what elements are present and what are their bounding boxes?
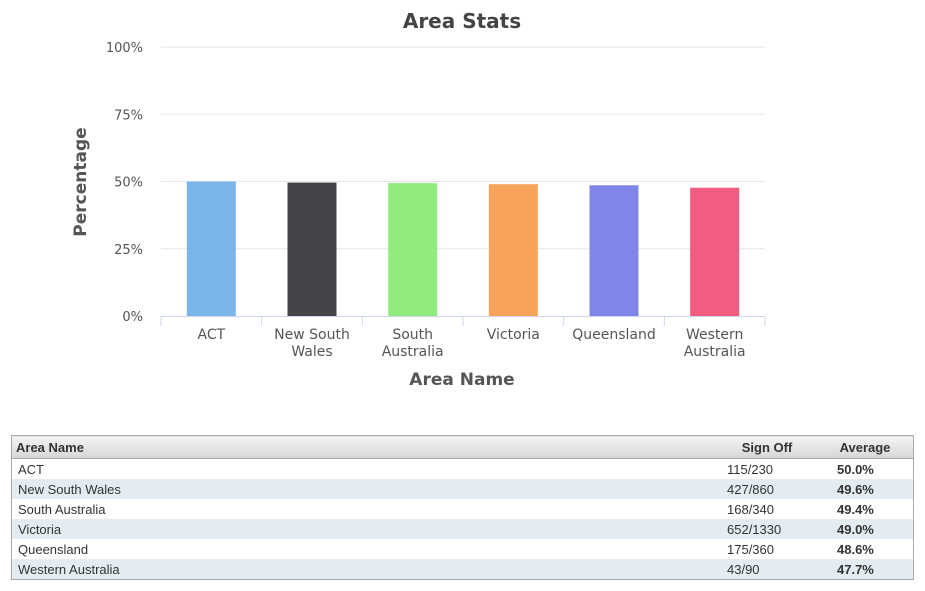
sign-off-cell: 168/340 xyxy=(727,501,774,517)
area-cell: Queensland xyxy=(18,541,89,557)
area-cell: Victoria xyxy=(11,519,717,539)
average-cell: 49.4% xyxy=(837,501,874,517)
area-cell: Western Australia xyxy=(11,559,717,580)
average-cell: 47.7% xyxy=(817,559,914,580)
bar[interactable] xyxy=(690,187,740,316)
area-stats-table: Area Name Sign Off Average ACT 115/230 5… xyxy=(11,435,914,580)
area-cell: ACT xyxy=(18,461,44,477)
table-row: Queensland 175/360 48.6% xyxy=(12,539,914,559)
x-axis-title: Area Name xyxy=(409,370,514,390)
bar[interactable] xyxy=(488,184,538,316)
average-cell: 48.6% xyxy=(837,541,874,557)
x-tick-label: Western Australia xyxy=(684,327,746,360)
sign-off-cell: 427/860 xyxy=(717,479,817,499)
header-average[interactable]: Average xyxy=(817,435,914,459)
header-sign-off[interactable]: Sign Off xyxy=(717,435,817,459)
table-row: Western Australia 43/90 47.7% xyxy=(11,559,914,580)
chart-container: 0% 25% 50% 75% 100% ACT New South Wales South Aus… xyxy=(0,0,925,400)
sign-off-cell: 115/230 xyxy=(727,461,774,477)
table-row: Victoria 652/1330 49.0% xyxy=(11,519,914,539)
y-axis-title: Percentage xyxy=(71,127,91,236)
x-tick-label: ACT xyxy=(197,327,225,343)
sign-off-cell: 43/90 xyxy=(717,559,817,580)
x-axis xyxy=(160,316,766,326)
average-cell: 49.0% xyxy=(817,519,914,539)
sign-off-cell: 652/1330 xyxy=(717,519,817,539)
sign-off-cell: 175/360 xyxy=(727,541,774,557)
table-row: ACT 115/230 50.0% xyxy=(12,459,914,480)
x-tick-label: South Australia xyxy=(382,327,444,360)
table-row: New South Wales 427/860 49.6% xyxy=(11,479,914,499)
table-row: South Australia 168/340 49.4% xyxy=(12,499,914,519)
y-tick-label: 25% xyxy=(114,243,143,258)
x-tick-label: Queensland xyxy=(572,327,656,343)
area-cell: New South Wales xyxy=(11,479,717,499)
bar[interactable] xyxy=(388,183,438,316)
y-tick-label: 75% xyxy=(114,108,143,123)
bar[interactable] xyxy=(589,185,639,316)
header-area-name[interactable]: Area Name xyxy=(11,435,717,459)
average-cell: 50.0% xyxy=(837,461,874,477)
y-tick-label: 100% xyxy=(106,41,143,56)
bar[interactable] xyxy=(186,181,236,317)
area-cell: South Australia xyxy=(18,501,106,517)
x-tick-label: Victoria xyxy=(487,327,540,343)
x-tick-label: New South Wales xyxy=(274,327,350,360)
table-header-row: Area Name Sign Off Average xyxy=(11,435,914,459)
average-cell: 49.6% xyxy=(817,479,914,499)
bar-chart: 0% 25% 50% 75% 100% ACT New South Wales South Aus… xyxy=(71,9,766,390)
y-tick-label: 0% xyxy=(122,310,143,325)
chart-title: Area Stats xyxy=(403,9,521,33)
bar[interactable] xyxy=(287,182,337,316)
grid-lines xyxy=(161,46,765,250)
y-tick-label: 50% xyxy=(114,176,143,191)
